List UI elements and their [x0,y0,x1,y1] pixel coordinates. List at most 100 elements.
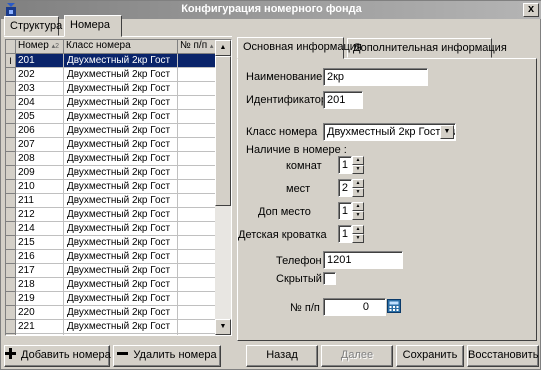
rooms-stepper[interactable]: 1 [338,156,352,174]
table-row[interactable]: 209 Двухместный 2кр Гост [6,166,216,180]
cell-class[interactable]: Двухместный 2кр Гост [64,250,178,264]
tab-rooms[interactable]: Номера [64,15,122,37]
cell-order[interactable] [178,68,216,82]
cell-order[interactable] [178,180,216,194]
spin-down-icon[interactable]: ▼ [352,165,364,174]
rooms-grid[interactable]: Номер ▴2 Класс номера № п/п ▴ I 201 Двухме… [5,39,232,336]
cell-class[interactable]: Двухместный 2кр Гост [64,334,178,335]
cell-class[interactable]: Двухместный 2кр Гост [64,320,178,334]
cot-stepper-buttons[interactable]: ▲ ▼ [352,225,364,243]
scroll-thumb[interactable] [215,56,231,206]
cell-number[interactable]: 210 [16,180,64,194]
cell-class[interactable]: Двухместный 2кр Гост [64,152,178,166]
cell-number[interactable]: 202 [16,68,64,82]
places-stepper-buttons[interactable]: ▲ ▼ [352,179,364,197]
cell-order[interactable] [178,208,216,222]
cell-order[interactable] [178,292,216,306]
spin-down-icon[interactable]: ▼ [352,211,364,220]
table-row[interactable]: 215 Двухместный 2кр Гост [6,236,216,250]
extra-place-stepper-buttons[interactable]: ▲ ▼ [352,202,364,220]
cell-class[interactable]: Двухместный 2кр Гост [64,222,178,236]
cell-class[interactable]: Двухместный 2кр Гост [64,68,178,82]
table-row[interactable]: 217 Двухместный 2кр Гост [6,264,216,278]
cell-class[interactable]: Двухместный 2кр Гост [64,96,178,110]
table-row[interactable]: 208 Двухместный 2кр Гост [6,152,216,166]
tab-extra-info[interactable]: Дополнительная информация [347,38,507,58]
cell-order[interactable] [178,306,216,320]
table-row[interactable]: 216 Двухместный 2кр Гост [6,250,216,264]
cell-class[interactable]: Двухместный 2кр Гост [64,236,178,250]
cell-number[interactable]: 218 [16,278,64,292]
hidden-checkbox[interactable] [323,272,336,285]
cell-order[interactable] [178,152,216,166]
table-row[interactable]: I 201 Двухместный 2кр Гост [6,54,216,68]
tab-structure[interactable]: Структура [4,16,62,36]
chevron-down-icon[interactable]: ▼ [440,125,454,139]
cell-class[interactable]: Двухместный 2кр Гост [64,278,178,292]
places-stepper[interactable]: 2 [338,179,352,197]
cell-class[interactable]: Двухместный 2кр Гост [64,124,178,138]
cell-class[interactable]: Двухместный 2кр Гост [64,82,178,96]
column-header-number[interactable]: Номер ▴2 [16,40,64,54]
cell-class[interactable]: Двухместный 2кр Гост [64,166,178,180]
cell-class[interactable]: Двухместный 2кр Гост [64,54,178,68]
add-rooms-button[interactable]: Добавить номера [4,345,111,367]
cell-order[interactable] [178,250,216,264]
table-row[interactable]: 204 Двухместный 2кр Гост [6,96,216,110]
cell-number[interactable]: 207 [16,138,64,152]
table-row[interactable]: 219 Двухместный 2кр Гост [6,292,216,306]
cell-class[interactable]: Двухместный 2кр Гост [64,194,178,208]
table-row[interactable]: 221 Двухместный 2кр Гост [6,320,216,334]
cell-order[interactable] [178,236,216,250]
cell-number[interactable]: 209 [16,166,64,180]
table-row[interactable]: 211 Двухместный 2кр Гост [6,194,216,208]
table-row[interactable]: 203 Двухместный 2кр Гост [6,82,216,96]
cell-number[interactable]: 217 [16,264,64,278]
restore-button[interactable]: Восстановить [467,345,539,367]
spin-down-icon[interactable]: ▼ [352,234,364,243]
cell-class[interactable]: Двухместный 2кр Гост [64,292,178,306]
cell-number[interactable]: 221 [16,320,64,334]
cell-class[interactable]: Двухместный 2кр Гост [64,180,178,194]
cell-number[interactable]: 215 [16,236,64,250]
cell-order[interactable] [178,82,216,96]
cell-order[interactable] [178,110,216,124]
cell-order[interactable] [178,124,216,138]
spin-up-icon[interactable]: ▲ [352,179,364,188]
cot-stepper[interactable]: 1 [338,225,352,243]
cell-number[interactable]: 201 [16,54,64,68]
cell-order[interactable] [178,334,216,335]
cell-class[interactable]: Двухместный 2кр Гост [64,138,178,152]
delete-rooms-button[interactable]: Удалить номера [113,345,221,367]
name-field[interactable]: 2кр [323,68,428,86]
cell-class[interactable]: Двухместный 2кр Гост [64,110,178,124]
order-field[interactable]: 0 [323,298,386,316]
table-row[interactable]: 210 Двухместный 2кр Гост [6,180,216,194]
back-button[interactable]: Назад [246,345,318,367]
tab-main-info[interactable]: Основная информация [237,37,362,59]
cell-order[interactable] [178,320,216,334]
class-select[interactable]: Двухместный 2кр Гостиниц ▼ [323,123,456,141]
spin-up-icon[interactable]: ▲ [352,156,364,165]
table-row[interactable]: 207 Двухместный 2кр Гост [6,138,216,152]
grid-scrollbar[interactable]: ▲ ▼ [215,40,231,335]
close-button[interactable]: x [523,3,539,17]
column-header-order[interactable]: № п/п ▴ [178,40,216,54]
cell-number[interactable]: 219 [16,292,64,306]
table-row[interactable]: 222Двухместный 2кр Гост [6,334,216,335]
extra-place-stepper[interactable]: 1 [338,202,352,220]
cell-number[interactable]: 204 [16,96,64,110]
table-row[interactable]: 202 Двухместный 2кр Гост [6,68,216,82]
cell-class[interactable]: Двухместный 2кр Гост [64,208,178,222]
column-header-class[interactable]: Класс номера [64,40,178,54]
cell-number[interactable]: 211 [16,194,64,208]
cell-order[interactable] [178,222,216,236]
cell-number[interactable]: 220 [16,306,64,320]
spin-up-icon[interactable]: ▲ [352,225,364,234]
cell-number[interactable]: 214 [16,222,64,236]
table-row[interactable]: 214 Двухместный 2кр Гост [6,222,216,236]
cell-order[interactable] [178,264,216,278]
cell-number[interactable]: 203 [16,82,64,96]
cell-class[interactable]: Двухместный 2кр Гост [64,306,178,320]
table-row[interactable]: 220 Двухместный 2кр Гост [6,306,216,320]
